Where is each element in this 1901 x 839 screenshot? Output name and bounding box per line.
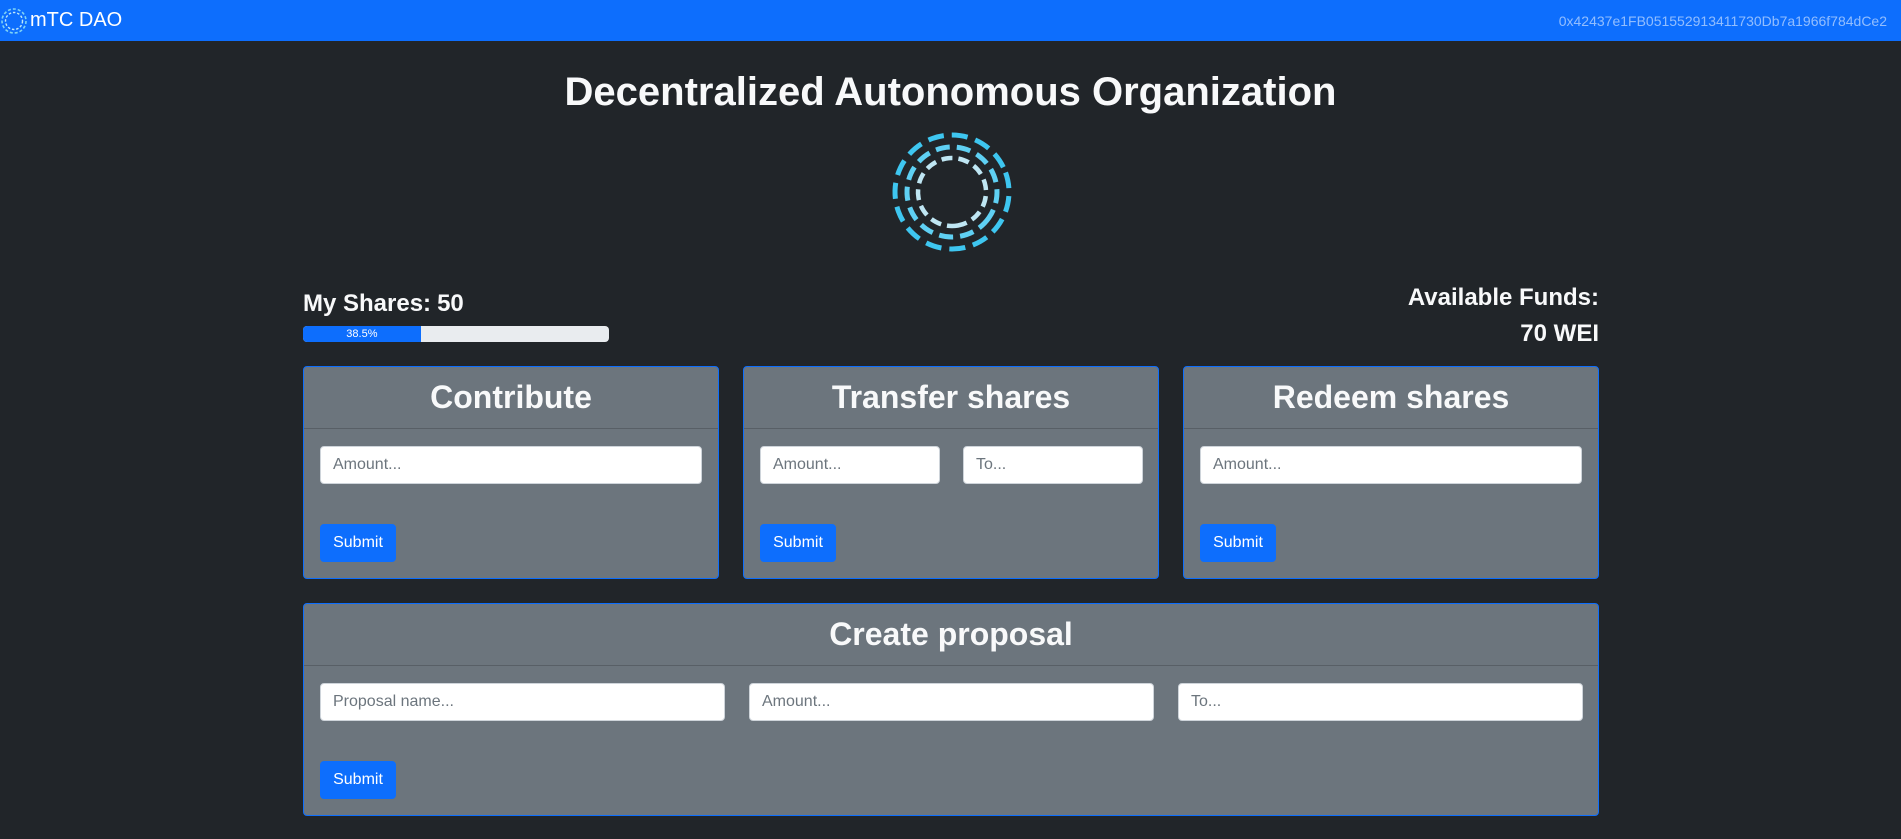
proposal-to-input[interactable] <box>1178 683 1583 721</box>
transfer-to-input[interactable] <box>963 446 1143 484</box>
transfer-amount-input[interactable] <box>760 446 940 484</box>
available-funds-label: Available Funds: <box>1407 284 1599 311</box>
create-proposal-title: Create proposal <box>304 604 1598 666</box>
available-funds: Available Funds: 70 WEI <box>1408 284 1599 348</box>
proposal-amount-input[interactable] <box>749 683 1154 721</box>
brand-name: mTC DAO <box>30 9 123 31</box>
contribute-submit-button[interactable]: Submit <box>320 524 396 562</box>
create-proposal-card: Create proposal Submit <box>303 603 1599 816</box>
page-title: Decentralized Autonomous Organization <box>564 70 1337 114</box>
redeem-submit-button[interactable]: Submit <box>1200 524 1276 562</box>
my-shares-heading: My Shares: 50 <box>303 290 464 318</box>
redeem-shares-title: Redeem shares <box>1184 367 1598 429</box>
loading-spinner-icon <box>892 132 1012 252</box>
proposal-name-input[interactable] <box>320 683 725 721</box>
redeem-amount-input[interactable] <box>1200 446 1582 484</box>
dao-logo-icon <box>1 7 27 34</box>
transfer-shares-card: Transfer shares Submit <box>743 366 1159 579</box>
my-shares-label: My Shares: <box>303 290 432 317</box>
contribute-amount-input[interactable] <box>320 446 702 484</box>
my-shares-value: 50 <box>437 290 464 317</box>
available-funds-value: 70 WEI <box>1520 320 1599 347</box>
contribute-card: Contribute Submit <box>303 366 719 579</box>
shares-progress-bar: 38.5% <box>303 326 421 342</box>
account-address: 0x42437e1FB051552913411730Db7a1966f784dC… <box>1558 12 1887 29</box>
proposal-submit-button[interactable]: Submit <box>320 761 396 799</box>
shares-progress: 38.5% <box>303 326 609 342</box>
navbar-brand[interactable]: mTC DAO <box>0 0 122 41</box>
transfer-shares-title: Transfer shares <box>744 367 1158 429</box>
transfer-submit-button[interactable]: Submit <box>760 524 836 562</box>
redeem-shares-card: Redeem shares Submit <box>1183 366 1599 579</box>
my-shares: My Shares: 50 <box>303 290 464 318</box>
navbar: mTC DAO 0x42437e1FB051552913411730Db7a19… <box>0 0 1901 41</box>
contribute-title: Contribute <box>304 367 718 429</box>
